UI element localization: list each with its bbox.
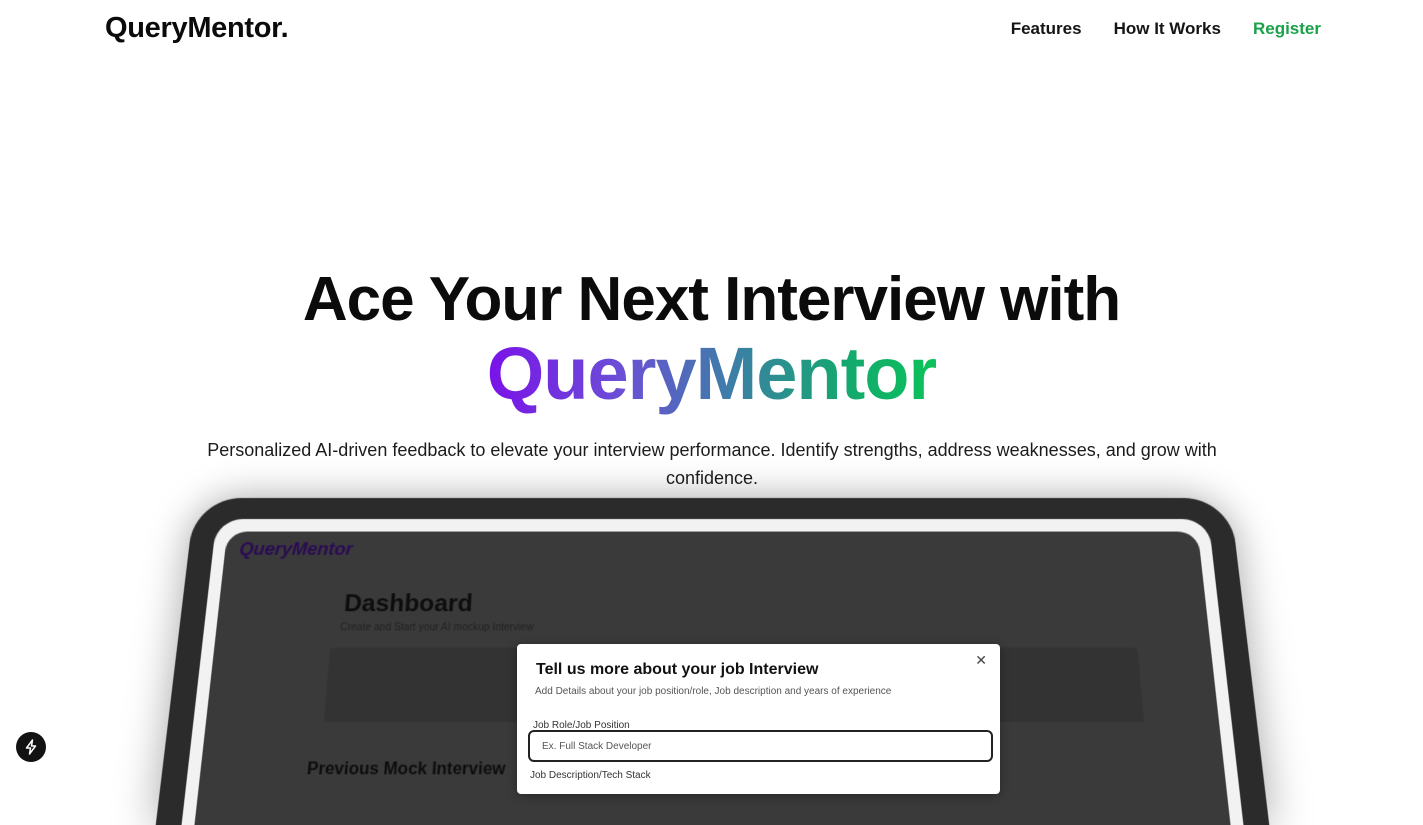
hero-subtitle: Personalized AI-driven feedback to eleva… <box>207 440 1217 488</box>
close-icon: ✕ <box>975 652 987 668</box>
nav-link-register[interactable]: Register <box>1253 19 1321 39</box>
bolt-icon <box>25 739 37 755</box>
modal-title: Tell us more about your job Interview <box>536 661 819 678</box>
mockup-previous-title: Previous Mock Interview <box>306 760 506 779</box>
nav-link-features[interactable]: Features <box>1011 19 1082 39</box>
mockup-app-logo: QueryMentor <box>238 539 354 559</box>
hero-brand-text: QueryMentor <box>0 334 1423 414</box>
mockup-dashboard-title: Dashboard <box>343 590 474 618</box>
nav-links: Features How It Works Register <box>1011 19 1321 39</box>
mockup-dashboard-subtitle: Create and Start your AI mockup Intervie… <box>339 622 534 634</box>
floating-action-button[interactable] <box>16 732 46 762</box>
hero-title: Ace Your Next Interview with <box>302 265 1121 334</box>
hero-brand-gradient: QueryMentor <box>486 332 938 415</box>
job-description-label: Job Description/Tech Stack <box>530 770 651 781</box>
modal-subtitle: Add Details about your job position/role… <box>535 686 892 697</box>
mockup-modal: ✕ Tell us more about your job Interview … <box>517 644 1000 794</box>
top-nav: QueryMentor. Features How It Works Regis… <box>0 0 1423 58</box>
job-role-input <box>528 730 993 762</box>
nav-link-how-it-works[interactable]: How It Works <box>1114 19 1221 39</box>
site-logo[interactable]: QueryMentor. <box>105 12 289 45</box>
